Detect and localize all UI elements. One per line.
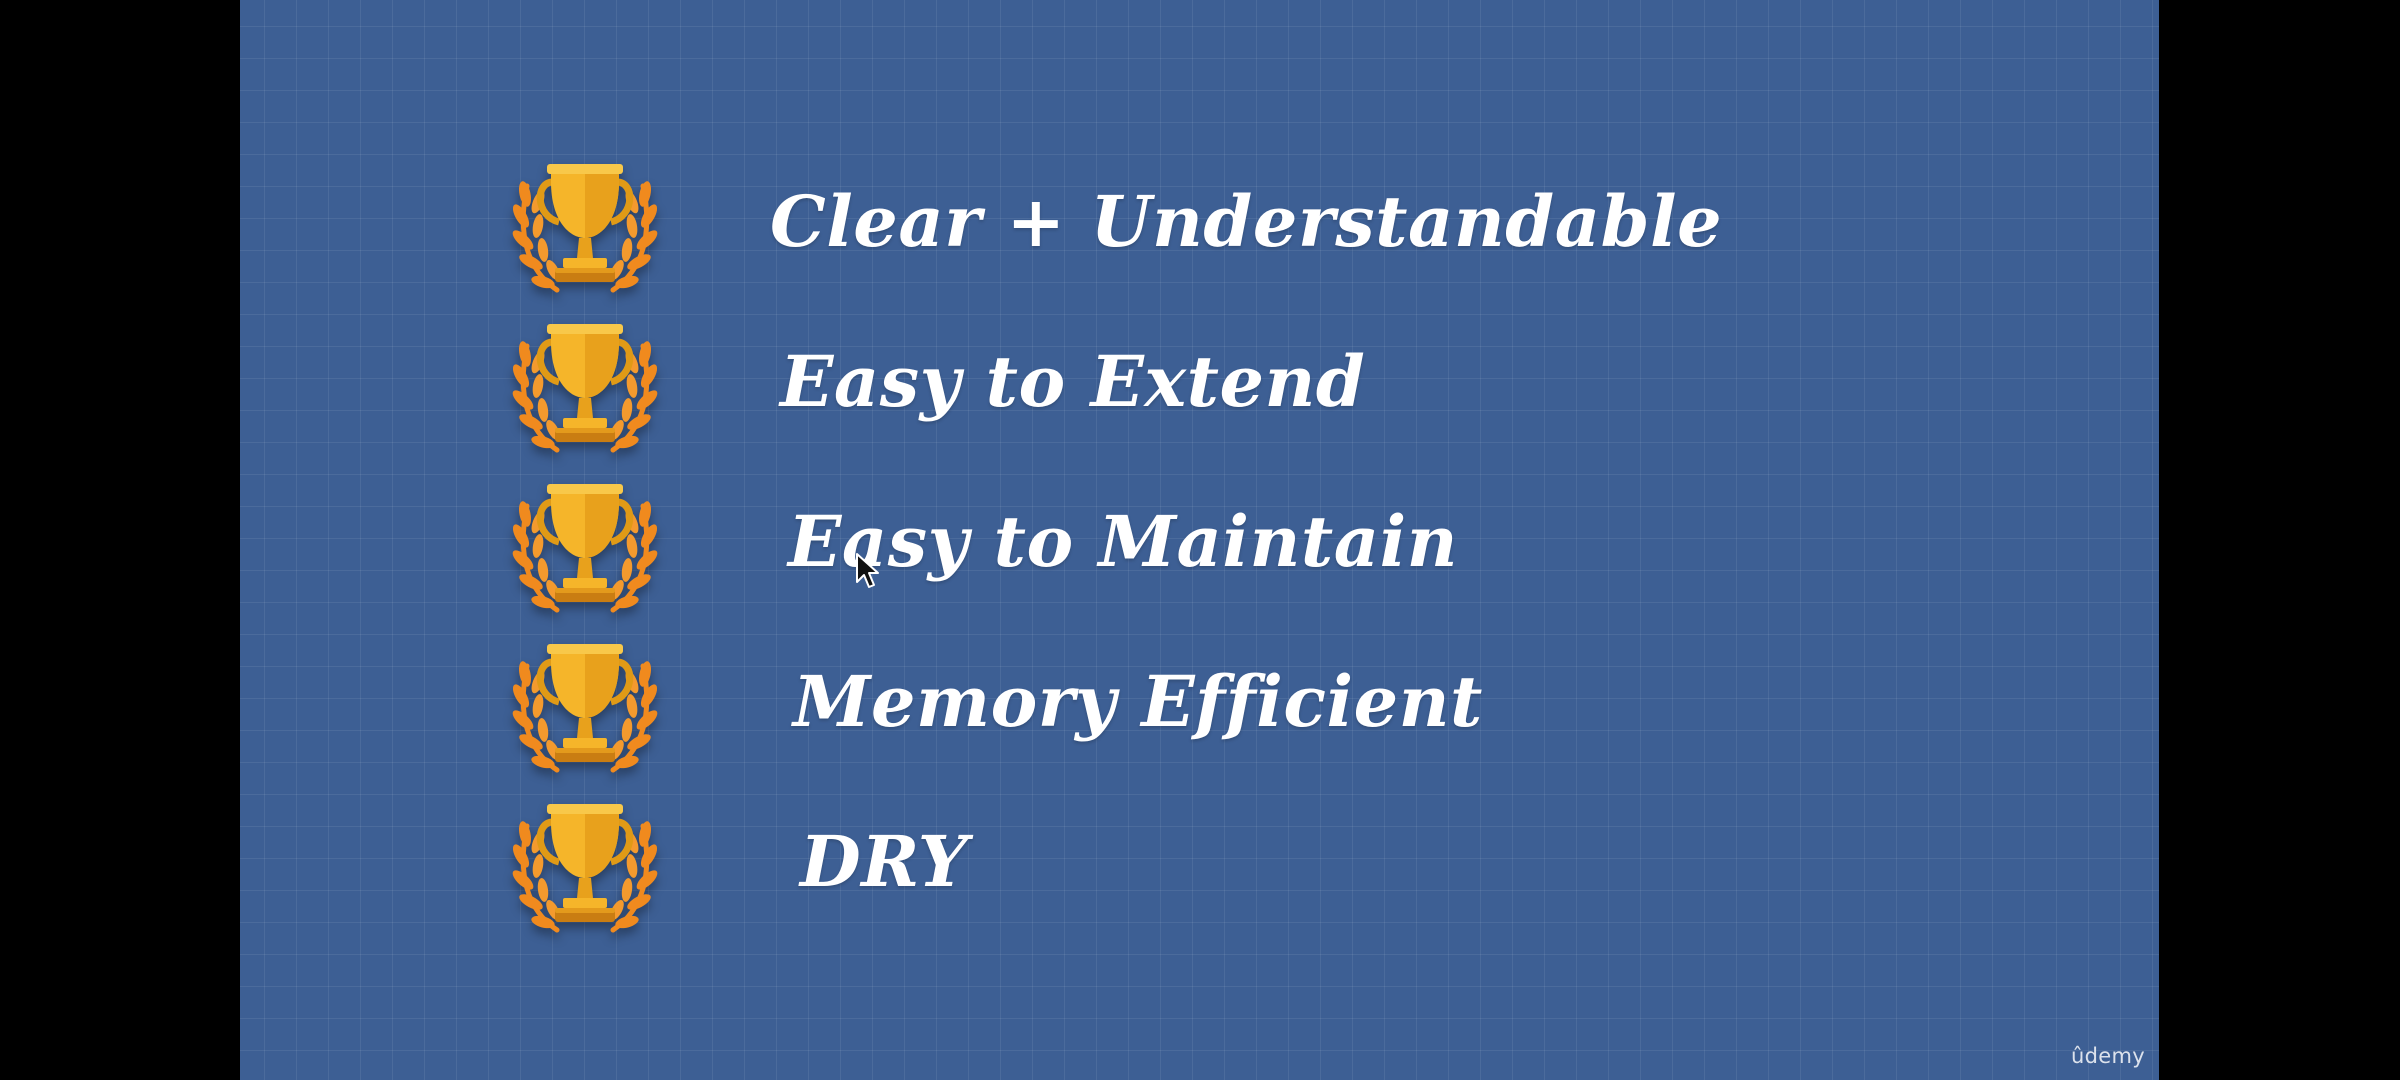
trophy-laurel-icon <box>505 622 665 782</box>
list-item: Easy to Extend <box>240 302 2159 462</box>
list-item-label: Easy to Extend <box>780 340 1366 423</box>
video-frame: Clear + Understandable Easy to Extend Ea… <box>240 0 2159 1080</box>
list-item: Easy to Maintain <box>240 462 2159 622</box>
list-item: DRY <box>240 782 2159 942</box>
list-item: Memory Efficient <box>240 622 2159 782</box>
trophy-laurel-icon <box>505 142 665 302</box>
trophy-laurel-icon <box>505 462 665 622</box>
list-item-label: Easy to Maintain <box>788 500 1459 583</box>
list-item-label: DRY <box>800 820 969 903</box>
list-item: Clear + Understandable <box>240 142 2159 302</box>
udemy-watermark: ûdemy <box>2071 1044 2145 1068</box>
list-item-label: Clear + Understandable <box>770 180 1723 263</box>
mouse-cursor-icon <box>856 553 879 588</box>
trophy-laurel-icon <box>505 782 665 942</box>
trophy-laurel-icon <box>505 302 665 462</box>
list-item-label: Memory Efficient <box>793 660 1483 743</box>
